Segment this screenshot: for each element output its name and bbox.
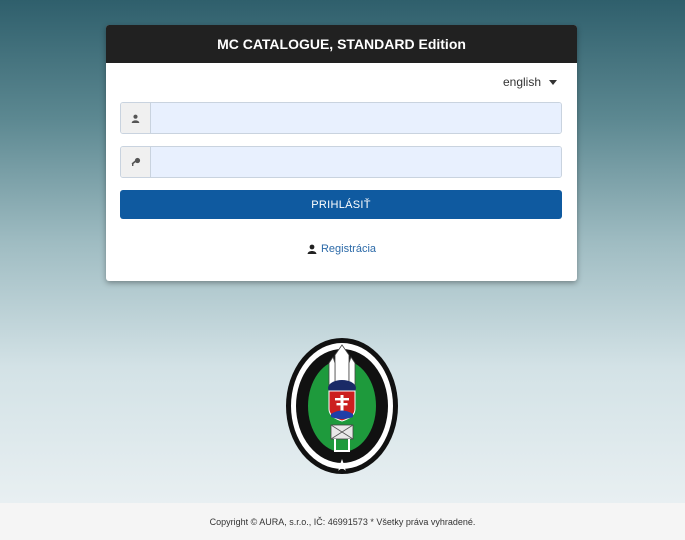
password-group xyxy=(120,146,562,178)
language-row: english xyxy=(106,63,577,101)
password-addon xyxy=(121,147,151,177)
login-button[interactable]: PRIHLÁSIŤ xyxy=(120,190,562,219)
footer: Copyright © AURA, s.r.o., IČ: 46991573 *… xyxy=(0,503,685,540)
username-input[interactable] xyxy=(151,103,561,133)
username-addon xyxy=(121,103,151,133)
emblem-logo xyxy=(286,338,398,474)
register-label: Registrácia xyxy=(320,243,377,255)
password-input[interactable] xyxy=(151,147,561,177)
language-select[interactable]: english xyxy=(503,75,557,89)
card-header: MC CATALOGUE, STANDARD Edition xyxy=(106,25,577,63)
login-card: MC CATALOGUE, STANDARD Edition english P… xyxy=(106,25,577,281)
user-icon xyxy=(131,114,140,123)
page-title: MC CATALOGUE, STANDARD Edition xyxy=(217,36,466,52)
username-group xyxy=(120,102,562,134)
user-icon xyxy=(307,244,317,254)
language-selected: english xyxy=(502,75,541,89)
register-link[interactable]: Registrácia xyxy=(106,243,577,255)
caret-down-icon xyxy=(549,79,557,85)
copyright-text: Copyright © AURA, s.r.o., IČ: 46991573 *… xyxy=(209,516,476,527)
key-icon xyxy=(131,157,140,166)
